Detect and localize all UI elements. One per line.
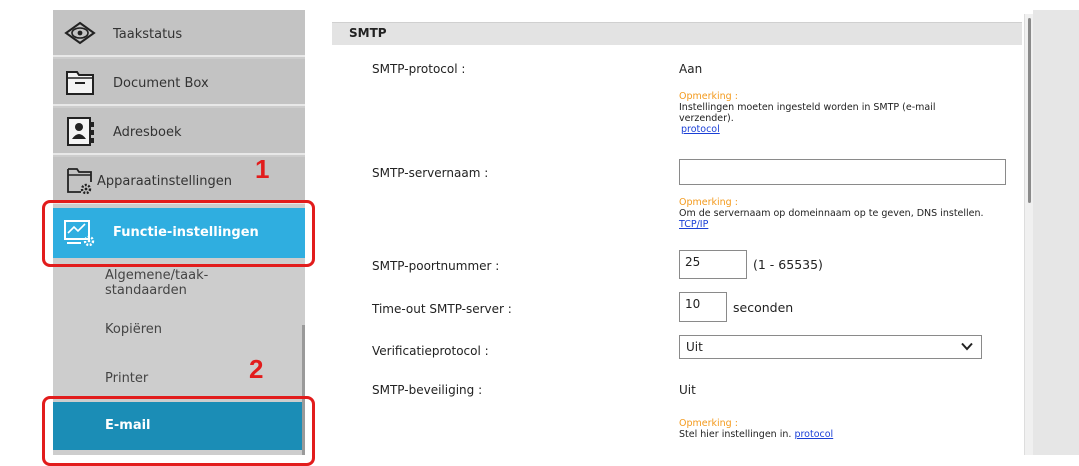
section-header: SMTP <box>332 22 1022 45</box>
chevron-down-icon <box>961 342 973 351</box>
verification-protocol-select[interactable]: Uit <box>679 335 982 359</box>
note-text: Instellingen moeten ingesteld worden in … <box>679 102 936 124</box>
sidebar-subitem-algemene[interactable]: Algemene/taak-standaarden <box>105 268 255 298</box>
sidebar-item-label: Document Box <box>113 76 209 91</box>
step-2-callout: 2 <box>249 354 264 384</box>
highlight-box-step-1 <box>42 200 315 267</box>
protocol-link[interactable]: protocol <box>794 429 833 440</box>
sidebar-item-document-box[interactable]: Document Box <box>53 59 305 106</box>
right-gutter <box>1033 10 1079 455</box>
folder-icon <box>66 71 94 95</box>
note-title: Opmerking : <box>679 91 738 102</box>
smtp-port-range: (1 - 65535) <box>753 257 823 272</box>
smtp-port-label: SMTP-poortnummer : <box>372 259 500 273</box>
verification-protocol-selected: Uit <box>686 340 703 354</box>
smtp-settings-panel: SMTP SMTP-protocol : Aan Opmerking : Ins… <box>332 14 1027 455</box>
sidebar-item-taakstatus[interactable]: Taakstatus <box>53 10 305 57</box>
note-servername: Opmerking : Om de servernaam op domeinna… <box>679 197 984 230</box>
section-title: SMTP <box>349 26 387 40</box>
tcpip-link[interactable]: TCP/IP <box>679 219 708 230</box>
eye-icon <box>64 21 96 45</box>
smtp-security-label: SMTP-beveiliging : <box>372 383 483 397</box>
note-text: Om de servernaam op domeinnaam op te gev… <box>679 208 984 219</box>
smtp-timeout-label: Time-out SMTP-server : <box>372 302 512 316</box>
note-security: Opmerking : Stel hier instellingen in. p… <box>679 418 984 440</box>
step-1-callout: 1 <box>255 154 270 184</box>
addressbook-icon <box>67 117 94 146</box>
sidebar-item-label: Apparaatinstellingen <box>97 174 233 189</box>
note-title: Opmerking : <box>679 418 738 429</box>
smtp-servername-label: SMTP-servernaam : <box>372 166 489 180</box>
smtp-servername-input[interactable] <box>679 159 1006 185</box>
smtp-port-input[interactable]: 25 <box>679 250 747 279</box>
device-settings-icon <box>67 168 92 195</box>
highlight-box-step-2 <box>42 396 315 466</box>
sidebar-item-adresboek[interactable]: Adresboek <box>53 108 305 155</box>
smtp-protocol-value: Aan <box>679 62 703 76</box>
sidebar-subitem-kopieren[interactable]: Kopiëren <box>105 322 162 337</box>
note-text: Stel hier instellingen in. <box>679 429 792 440</box>
smtp-protocol-label: SMTP-protocol : <box>372 62 466 76</box>
note-protocol: Opmerking : Instellingen moeten ingestel… <box>679 91 984 135</box>
sidebar-item-label: Adresboek <box>113 125 182 140</box>
note-title: Opmerking : <box>679 197 738 208</box>
protocol-link[interactable]: protocol <box>681 124 720 135</box>
main-scrollbar-thumb[interactable] <box>1028 18 1031 203</box>
smtp-timeout-unit: seconden <box>733 300 794 315</box>
verification-protocol-label: Verificatieprotocol : <box>372 344 489 358</box>
smtp-security-value: Uit <box>679 383 696 397</box>
smtp-timeout-input[interactable]: 10 <box>679 292 727 322</box>
sidebar-subitem-printer[interactable]: Printer <box>105 371 148 386</box>
sidebar-item-label: Taakstatus <box>113 27 183 42</box>
